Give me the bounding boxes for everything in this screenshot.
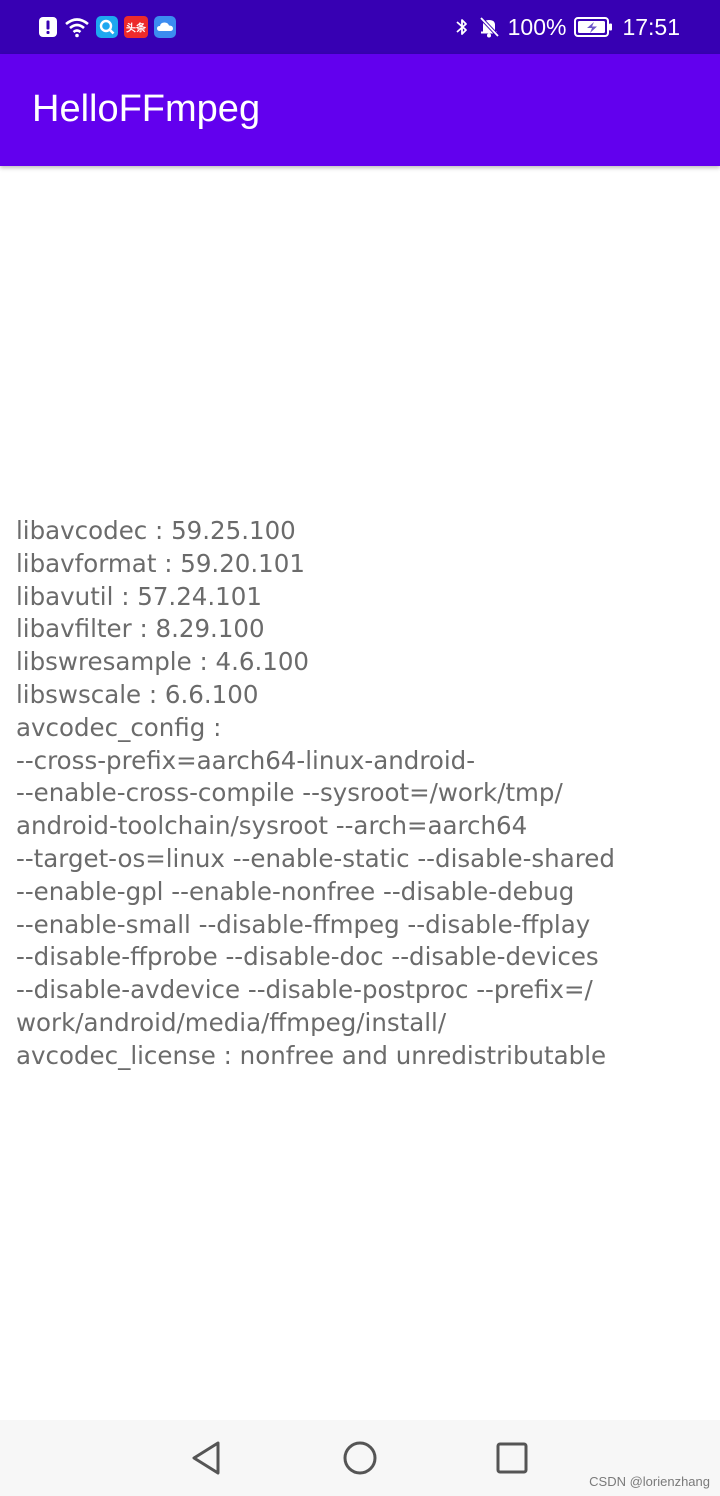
battery-percent: 100% <box>507 13 567 40</box>
line-config-6: --enable-small --disable-ffmpeg --disabl… <box>16 909 591 939</box>
watermark: CSDN @lorienzhang <box>589 1474 710 1489</box>
status-time: 17:51 <box>622 13 680 40</box>
ffmpeg-info-panel: libavcodec : 59.25.100 libavformat : 59.… <box>16 515 696 1073</box>
status-system-icons: 100% 17:51 <box>454 12 680 42</box>
line-config-3: android-toolchain/sysroot --arch=aarch64 <box>16 811 528 841</box>
wifi-icon <box>64 16 90 38</box>
line-libavcodec: libavcodec : 59.25.100 <box>16 516 296 545</box>
toutiao-label: 头条 <box>126 22 147 35</box>
line-libswresample: libswresample : 4.6.100 <box>16 647 309 677</box>
line-config-8: --disable-avdevice --disable-postproc --… <box>16 975 593 1005</box>
app-toolbar: HelloFFmpeg <box>0 54 720 166</box>
battery-charging-icon <box>574 16 614 38</box>
status-bar: 头条 100% 17:51 <box>0 0 720 54</box>
alert-icon <box>38 16 58 38</box>
line-config-1: --cross-prefix=aarch64-linux-android- <box>16 745 476 775</box>
home-circle-icon <box>343 1441 377 1475</box>
app-screen: 头条 100% 17:51 HelloFFmpeg libavcodec: 5… <box>0 0 720 1496</box>
line-config-4: --target-os=linux --enable-static --disa… <box>16 843 615 873</box>
line-config-7: --disable-ffprobe --disable-doc --disabl… <box>16 942 599 972</box>
bluetooth-icon <box>454 15 470 39</box>
line-libavformat: libavformat : 59.20.101 <box>16 548 305 578</box>
search-app-icon <box>96 16 118 38</box>
recents-square-icon <box>496 1442 528 1474</box>
mute-bell-icon <box>478 15 500 39</box>
line-libswscale: libswscale : 6.6.100 <box>16 679 259 709</box>
app-title: HelloFFmpeg <box>32 88 261 130</box>
line-libavfilter: libavfilter : 8.29.100 <box>16 614 265 644</box>
line-config-9: work/android/media/ffmpeg/install/ <box>16 1007 447 1037</box>
line-avcodec-license: avcodec_license : nonfree and unredistri… <box>16 1040 607 1070</box>
toutiao-app-icon: 头条 <box>124 16 148 38</box>
line-libavutil: libavutil : 57.24.101 <box>16 581 262 611</box>
recents-button[interactable] <box>492 1438 532 1478</box>
line-config-5: --enable-gpl --enable-nonfree --disable-… <box>16 876 575 906</box>
back-triangle-icon <box>192 1441 220 1475</box>
cloud-app-icon <box>154 16 176 38</box>
status-notification-icons: 头条 <box>38 14 182 40</box>
home-button[interactable] <box>340 1438 380 1478</box>
line-config-2: --enable-cross-compile --sysroot=/work/t… <box>16 778 563 808</box>
back-button[interactable] <box>186 1438 226 1478</box>
line-avcodec-config-label: avcodec_config : <box>16 712 222 742</box>
